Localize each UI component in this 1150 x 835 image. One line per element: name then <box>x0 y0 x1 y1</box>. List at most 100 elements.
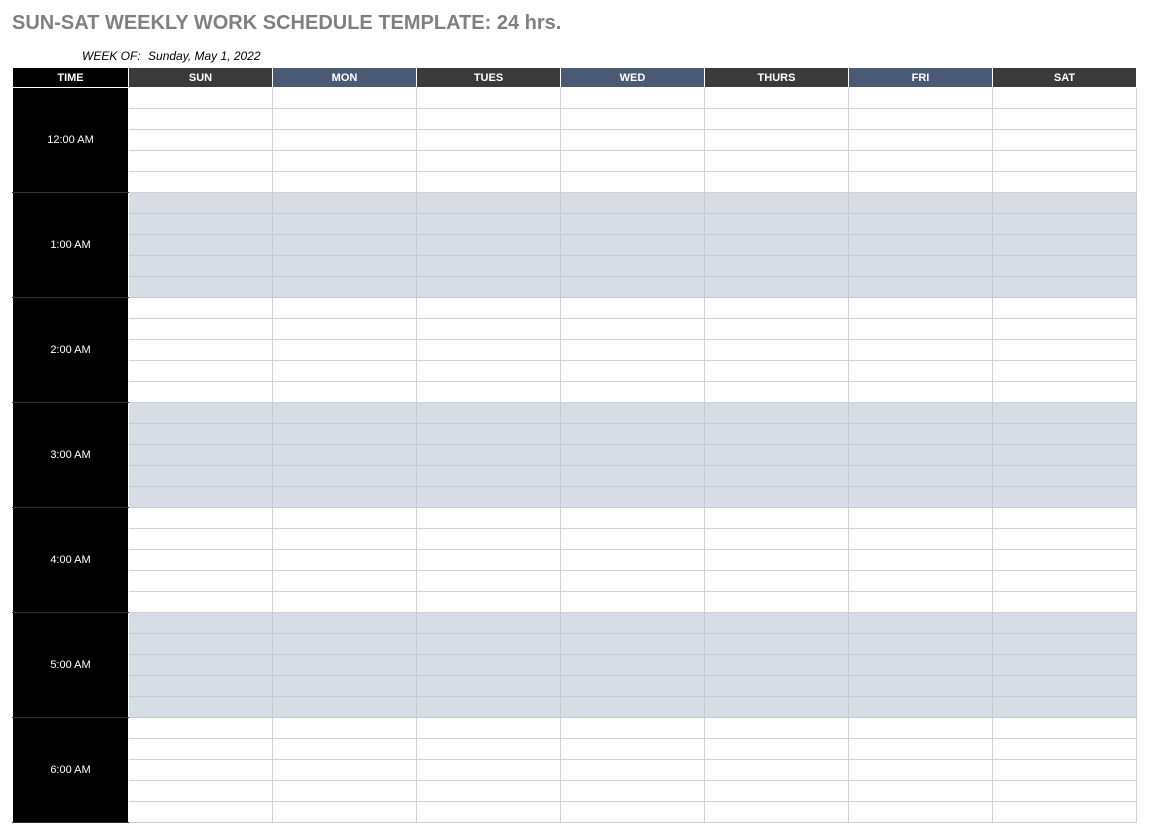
schedule-cell[interactable] <box>993 760 1137 781</box>
schedule-cell[interactable] <box>993 88 1137 109</box>
schedule-cell[interactable] <box>705 781 849 802</box>
schedule-cell[interactable] <box>417 424 561 445</box>
schedule-cell[interactable] <box>561 151 705 172</box>
schedule-cell[interactable] <box>417 781 561 802</box>
schedule-cell[interactable] <box>849 760 993 781</box>
schedule-cell[interactable] <box>273 361 417 382</box>
schedule-cell[interactable] <box>561 508 705 529</box>
schedule-cell[interactable] <box>561 718 705 739</box>
schedule-cell[interactable] <box>129 613 273 634</box>
schedule-cell[interactable] <box>273 256 417 277</box>
schedule-cell[interactable] <box>849 592 993 613</box>
schedule-cell[interactable] <box>417 739 561 760</box>
schedule-cell[interactable] <box>273 109 417 130</box>
schedule-cell[interactable] <box>129 403 273 424</box>
schedule-cell[interactable] <box>849 151 993 172</box>
schedule-cell[interactable] <box>129 718 273 739</box>
schedule-cell[interactable] <box>993 487 1137 508</box>
schedule-cell[interactable] <box>273 613 417 634</box>
schedule-cell[interactable] <box>993 739 1137 760</box>
schedule-cell[interactable] <box>417 298 561 319</box>
schedule-cell[interactable] <box>849 424 993 445</box>
schedule-cell[interactable] <box>993 256 1137 277</box>
schedule-cell[interactable] <box>129 571 273 592</box>
schedule-cell[interactable] <box>273 403 417 424</box>
schedule-cell[interactable] <box>849 487 993 508</box>
schedule-cell[interactable] <box>417 88 561 109</box>
schedule-cell[interactable] <box>129 697 273 718</box>
schedule-cell[interactable] <box>993 214 1137 235</box>
schedule-cell[interactable] <box>705 466 849 487</box>
schedule-cell[interactable] <box>129 739 273 760</box>
schedule-cell[interactable] <box>417 613 561 634</box>
schedule-cell[interactable] <box>417 214 561 235</box>
schedule-cell[interactable] <box>561 550 705 571</box>
schedule-cell[interactable] <box>993 508 1137 529</box>
schedule-cell[interactable] <box>273 697 417 718</box>
schedule-cell[interactable] <box>129 655 273 676</box>
schedule-cell[interactable] <box>417 508 561 529</box>
schedule-cell[interactable] <box>273 88 417 109</box>
schedule-cell[interactable] <box>993 109 1137 130</box>
schedule-cell[interactable] <box>849 319 993 340</box>
schedule-cell[interactable] <box>273 718 417 739</box>
schedule-cell[interactable] <box>993 445 1137 466</box>
schedule-cell[interactable] <box>561 802 705 823</box>
schedule-cell[interactable] <box>273 571 417 592</box>
schedule-cell[interactable] <box>705 172 849 193</box>
schedule-cell[interactable] <box>273 529 417 550</box>
schedule-cell[interactable] <box>849 382 993 403</box>
schedule-cell[interactable] <box>129 592 273 613</box>
schedule-cell[interactable] <box>129 634 273 655</box>
schedule-cell[interactable] <box>129 802 273 823</box>
schedule-cell[interactable] <box>993 403 1137 424</box>
schedule-cell[interactable] <box>417 109 561 130</box>
schedule-cell[interactable] <box>993 340 1137 361</box>
schedule-cell[interactable] <box>561 655 705 676</box>
schedule-cell[interactable] <box>129 109 273 130</box>
schedule-cell[interactable] <box>705 487 849 508</box>
schedule-cell[interactable] <box>273 130 417 151</box>
schedule-cell[interactable] <box>705 508 849 529</box>
schedule-cell[interactable] <box>849 445 993 466</box>
schedule-cell[interactable] <box>849 466 993 487</box>
schedule-cell[interactable] <box>705 403 849 424</box>
schedule-cell[interactable] <box>273 676 417 697</box>
schedule-cell[interactable] <box>561 613 705 634</box>
schedule-cell[interactable] <box>273 277 417 298</box>
schedule-cell[interactable] <box>417 802 561 823</box>
schedule-cell[interactable] <box>129 424 273 445</box>
schedule-cell[interactable] <box>129 466 273 487</box>
schedule-cell[interactable] <box>705 571 849 592</box>
schedule-cell[interactable] <box>705 361 849 382</box>
schedule-cell[interactable] <box>417 172 561 193</box>
schedule-cell[interactable] <box>273 592 417 613</box>
schedule-cell[interactable] <box>849 235 993 256</box>
schedule-cell[interactable] <box>561 676 705 697</box>
schedule-cell[interactable] <box>993 676 1137 697</box>
schedule-cell[interactable] <box>849 655 993 676</box>
schedule-cell[interactable] <box>129 193 273 214</box>
schedule-cell[interactable] <box>993 151 1137 172</box>
schedule-cell[interactable] <box>993 235 1137 256</box>
schedule-cell[interactable] <box>705 277 849 298</box>
schedule-cell[interactable] <box>561 403 705 424</box>
schedule-cell[interactable] <box>849 256 993 277</box>
schedule-cell[interactable] <box>129 508 273 529</box>
schedule-cell[interactable] <box>561 739 705 760</box>
schedule-cell[interactable] <box>561 592 705 613</box>
schedule-cell[interactable] <box>705 613 849 634</box>
schedule-cell[interactable] <box>705 550 849 571</box>
schedule-cell[interactable] <box>849 697 993 718</box>
schedule-cell[interactable] <box>417 592 561 613</box>
schedule-cell[interactable] <box>417 151 561 172</box>
schedule-cell[interactable] <box>993 361 1137 382</box>
schedule-cell[interactable] <box>993 697 1137 718</box>
schedule-cell[interactable] <box>849 88 993 109</box>
schedule-cell[interactable] <box>273 214 417 235</box>
schedule-cell[interactable] <box>849 529 993 550</box>
schedule-cell[interactable] <box>561 529 705 550</box>
schedule-cell[interactable] <box>705 718 849 739</box>
schedule-cell[interactable] <box>561 634 705 655</box>
schedule-cell[interactable] <box>129 151 273 172</box>
